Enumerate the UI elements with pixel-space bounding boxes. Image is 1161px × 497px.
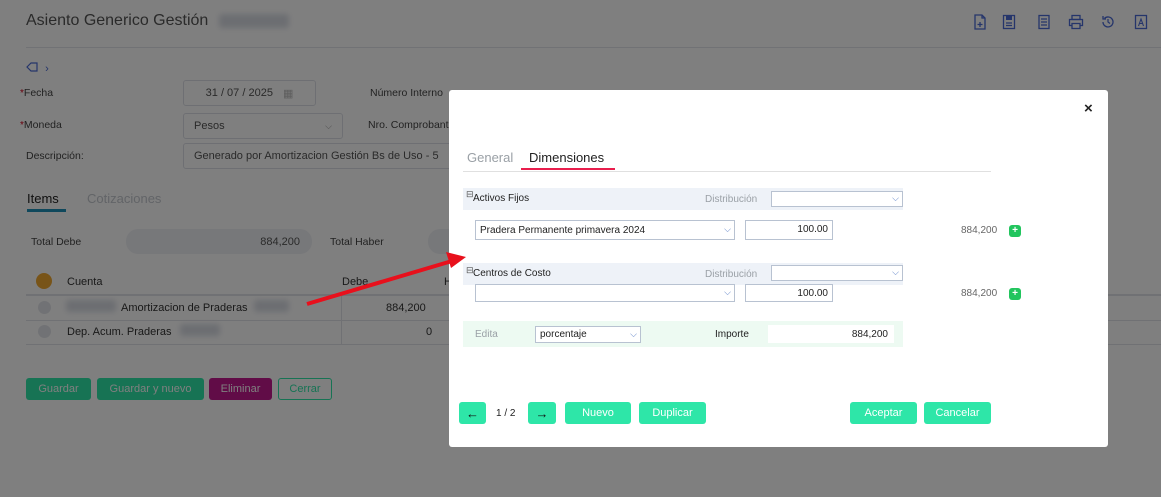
annotation-arrow-icon bbox=[306, 252, 466, 306]
